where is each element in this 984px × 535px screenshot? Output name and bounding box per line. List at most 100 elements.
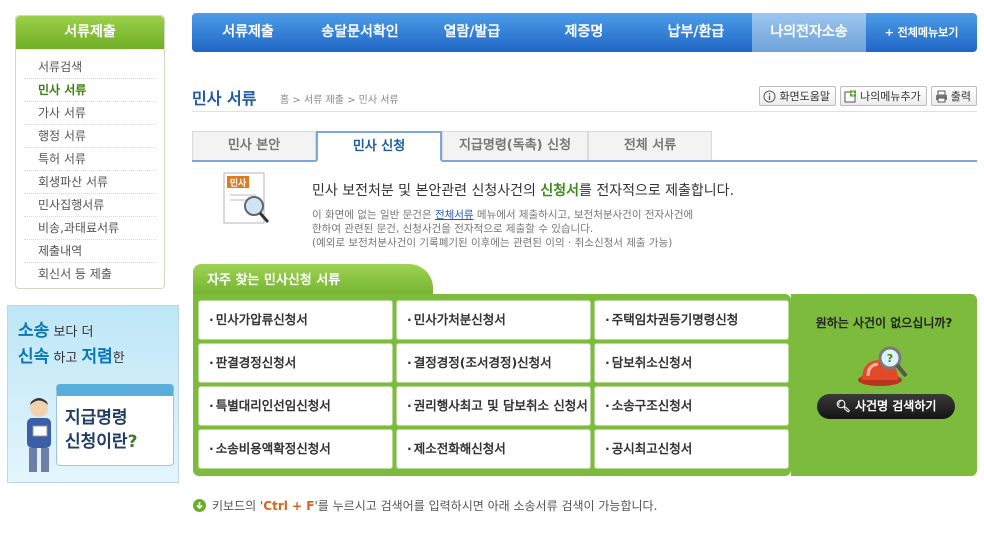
banner-text-3: 한	[112, 351, 125, 366]
document-link[interactable]: · 담보취소신청서	[594, 343, 789, 383]
banner-word-cheap: 저렴	[81, 347, 113, 367]
bullet-icon: ·	[209, 312, 214, 327]
sidebar-item[interactable]: 행정 서류	[24, 125, 156, 148]
tab-item[interactable]: 지급명령(독촉) 신청	[442, 131, 588, 160]
sidebar-item[interactable]: 민사집행서류	[24, 194, 156, 217]
bullet-icon: ·	[605, 355, 610, 370]
tab-item[interactable]: 민사 본안	[192, 131, 316, 160]
sidebar-item[interactable]: 회신서 등 제출	[24, 263, 156, 286]
search-alarm-icon: ?	[858, 346, 908, 386]
intro-heading-text-b: 를 전자적으로 제출합니다.	[578, 183, 735, 199]
document-link[interactable]: · 특별대리인선임신청서	[198, 386, 393, 426]
note-text-a: 키보드의 '	[212, 499, 264, 513]
sidebar-item[interactable]: 서류검색	[24, 56, 156, 79]
sidebar-item[interactable]: 가사 서류	[24, 102, 156, 125]
banner-line-2: 신속 하고 저렴한	[18, 342, 125, 367]
frequent-documents-body: · 민사가압류신청서 · 민사가처분신청서 · 주택임차권등기명령신청 · 판결경정신청서 · 결…	[193, 294, 791, 476]
document-link-label: 판결경정신청서	[215, 355, 297, 370]
case-name-search-button[interactable]: 🔍︎ 사건명 검색하기	[817, 394, 955, 419]
case-search-panel: 원하는 사건이 없으십니까? ? 🔍︎ 사건명 검색하기	[791, 294, 977, 476]
tool-buttons: 화면도움말 나의메뉴추가 출력	[759, 86, 977, 106]
banner-line-1: 소송 보다 더	[18, 316, 93, 341]
bullet-icon: ·	[407, 312, 412, 327]
document-link[interactable]: · 소송구조신청서	[594, 386, 789, 426]
tab-item[interactable]: 민사 신청	[316, 131, 442, 162]
nav-item[interactable]: 송달문서확인	[304, 13, 416, 52]
sidebar-item[interactable]: 민사 서류	[24, 79, 156, 102]
add-my-menu-label: 나의메뉴추가	[860, 90, 921, 103]
sidebar-item[interactable]: 비송,과태료서류	[24, 217, 156, 240]
document-link[interactable]: · 결정경정(조서경정)신청서	[396, 343, 591, 383]
banner-text-2: 하고	[49, 351, 82, 366]
bullet-icon: ·	[605, 312, 610, 327]
nav-item[interactable]: 제증명	[528, 13, 640, 52]
nav-item[interactable]: 서류제출	[192, 13, 304, 52]
frequent-documents-panel: 자주 찾는 민사신청 서류 · 민사가압류신청서 · 민사가처분신청서 · 주택임차권등기…	[193, 264, 793, 478]
frequent-documents-grid: · 민사가압류신청서 · 민사가처분신청서 · 주택임차권등기명령신청 · 판결경정신청서 · 결…	[198, 300, 789, 469]
all-menu-button[interactable]: + 전체메뉴보기	[866, 13, 977, 52]
document-link-label: 소송구조신청서	[611, 398, 693, 413]
sidebar-item[interactable]: 특허 서류	[24, 148, 156, 171]
banner-card-line-2: 신청이란	[65, 432, 128, 452]
sidebar-item[interactable]: 회생파산 서류	[24, 171, 156, 194]
bullet-icon: ·	[209, 398, 214, 413]
document-link[interactable]: · 권리행사최고 및 담보취소 신청서	[396, 386, 591, 426]
banner-text-1: 보다 더	[49, 325, 94, 340]
document-link[interactable]: · 공시최고신청서	[594, 429, 789, 469]
payment-order-banner[interactable]: 소송 보다 더 신속 하고 저렴한 지급명령 신청이란?	[7, 305, 179, 483]
calendar-card: 지급명령 신청이란?	[56, 384, 174, 466]
download-arrow-icon	[193, 499, 206, 512]
note-shortcut-key: Ctrl + F	[263, 499, 315, 513]
document-link-label: 결정경정(조서경정)신청서	[413, 355, 552, 370]
nav-item[interactable]: 나의전자소송	[752, 13, 866, 52]
nav-item[interactable]: 열람/발급	[416, 13, 528, 52]
document-link-label: 담보취소신청서	[611, 355, 693, 370]
sidebar-title: 서류제출	[16, 16, 164, 49]
person-reading-icon	[27, 398, 51, 472]
top-navigation: 서류제출 송달문서확인 열람/발급 제증명 납부/환급 나의전자소송 + 전체메뉴보기	[192, 13, 977, 52]
svg-text:?: ?	[887, 352, 893, 365]
banner-word-lawsuit: 소송	[18, 321, 50, 341]
document-link[interactable]: · 민사가압류신청서	[198, 300, 393, 340]
document-link[interactable]: · 민사가처분신청서	[396, 300, 591, 340]
bullet-icon: ·	[605, 441, 610, 456]
help-button-label: 화면도움말	[779, 90, 831, 103]
document-link-label: 소송비용액확정신청서	[215, 441, 331, 456]
tab-item[interactable]: 전체 서류	[588, 131, 712, 160]
page: 서류제출 서류검색 민사 서류 가사 서류 행정 서류 특허 서류 회생파산 서류 민사집행…	[0, 0, 984, 535]
document-link-label: 권리행사최고 및 담보취소 신청서	[413, 398, 588, 413]
intro-sub2: 한하여 관련된 문건, 신청사건을 전자적으로 제출할 수 있습니다.	[312, 223, 594, 235]
add-my-menu-button[interactable]: 나의메뉴추가	[840, 86, 927, 106]
add-menu-icon	[844, 90, 857, 102]
document-link-label: 주택임차권등기명령신청	[611, 312, 739, 327]
intro-sub1-a: 이 화면에 없는 일반 문건은	[312, 209, 435, 221]
banner-question-mark: ?	[127, 432, 138, 452]
note-text-b: '를 누르시고 검색어를 입력하시면 아래 소송서류 검색이 가능합니다.	[314, 499, 658, 513]
document-link-label: 제소전화해신청서	[413, 441, 506, 456]
search-icon: 🔍︎	[835, 399, 851, 413]
document-link[interactable]: · 주택임차권등기명령신청	[594, 300, 789, 340]
sidebar-list: 서류검색 민사 서류 가사 서류 행정 서류 특허 서류 회생파산 서류 민사집행서류 비송,…	[16, 49, 164, 286]
print-button-label: 출력	[950, 90, 971, 103]
sidebar-item[interactable]: 제출내역	[24, 240, 156, 263]
printer-icon	[935, 90, 947, 102]
case-search-question: 원하는 사건이 없으십니까?	[815, 316, 953, 330]
intro-icon-label: 민사	[230, 177, 247, 189]
nav-item[interactable]: 납부/환급	[640, 13, 752, 52]
all-documents-link[interactable]: 전체서류	[435, 209, 474, 221]
bullet-icon: ·	[407, 355, 412, 370]
document-link[interactable]: · 소송비용액확정신청서	[198, 429, 393, 469]
help-button[interactable]: 화면도움말	[759, 86, 837, 106]
document-link-label: 민사가처분신청서	[413, 312, 506, 327]
civil-document-icon: 민사	[223, 172, 270, 224]
print-button[interactable]: 출력	[930, 86, 977, 106]
title-divider	[192, 111, 977, 112]
page-title: 민사 서류	[192, 89, 257, 108]
keyboard-search-note: 키보드의 'Ctrl + F'를 누르시고 검색어를 입력하시면 아래 소송서류…	[193, 497, 657, 514]
keyboard-search-text: 키보드의 'Ctrl + F'를 누르시고 검색어를 입력하시면 아래 소송서류…	[212, 497, 657, 514]
sidebar: 서류제출 서류검색 민사 서류 가사 서류 행정 서류 특허 서류 회생파산 서류 민사집행…	[15, 15, 165, 289]
document-link[interactable]: · 제소전화해신청서	[396, 429, 591, 469]
document-link[interactable]: · 판결경정신청서	[198, 343, 393, 383]
info-icon	[763, 90, 776, 102]
document-link-label: 민사가압류신청서	[215, 312, 308, 327]
